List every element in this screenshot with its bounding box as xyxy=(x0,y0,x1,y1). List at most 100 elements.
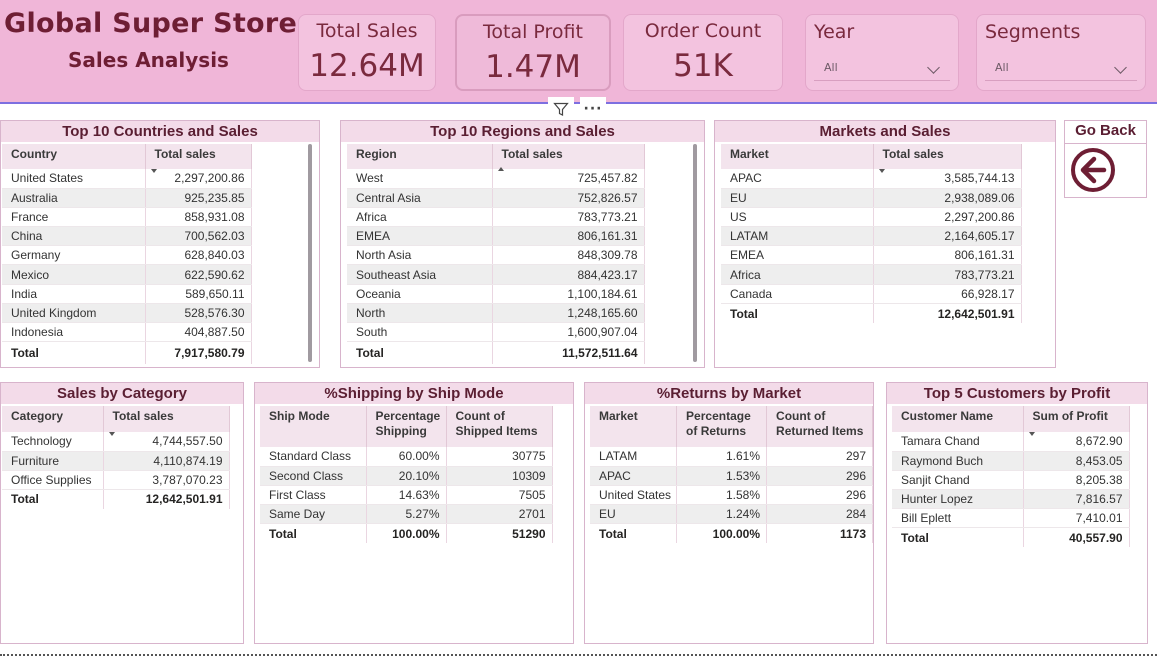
regions-table-panel: Top 10 Regions and Sales Region Total sa… xyxy=(340,120,705,368)
panel-title: %Shipping by Ship Mode xyxy=(255,383,573,404)
column-header-country[interactable]: Country xyxy=(2,144,146,169)
cell: 2,938,089.06 xyxy=(873,188,1022,208)
column-header-market[interactable]: Market xyxy=(590,406,678,447)
cell: 725,457.82 xyxy=(492,169,645,189)
cell: France xyxy=(2,207,146,228)
table-row: Tamara Chand 8,672.90 xyxy=(892,432,1130,452)
more-options-button[interactable]: ··· xyxy=(580,97,606,121)
column-header-percentage-returns[interactable]: Percentage of Returns xyxy=(676,406,768,447)
table-row: EMEA 806,161.31 xyxy=(721,245,1022,266)
shipping-table-panel: %Shipping by Ship Mode Ship Mode Percent… xyxy=(254,382,574,644)
table-row: United States 2,297,200.86 xyxy=(2,169,252,189)
panel-title: Top 10 Countries and Sales xyxy=(1,121,319,142)
cell: 622,590.62 xyxy=(145,264,252,285)
column-header-percentage-shipping[interactable]: Percentage Shipping xyxy=(366,406,447,447)
year-dropdown[interactable]: All xyxy=(814,55,950,81)
table-row: First Class 14.63% 7505 xyxy=(260,485,553,506)
column-header-sum-of-profit[interactable]: Sum of Profit xyxy=(1023,406,1130,436)
cell: 752,826.57 xyxy=(492,188,645,208)
segments-dropdown[interactable]: All xyxy=(985,55,1137,81)
chevron-down-icon xyxy=(927,61,940,74)
column-header-count-returned[interactable]: Count of Returned Items xyxy=(766,406,873,447)
cell: 7,917,580.79 xyxy=(145,341,252,364)
cell: China xyxy=(2,226,146,247)
table-row: Technology 4,744,557.50 xyxy=(2,432,230,452)
cell: 1173 xyxy=(766,523,873,543)
more-icon: ··· xyxy=(583,101,603,117)
cell: US xyxy=(721,207,874,228)
column-header-category[interactable]: Category xyxy=(2,406,104,432)
table-row: Office Supplies 3,787,070.23 xyxy=(2,470,230,491)
total-row: Total 40,557.90 xyxy=(892,527,1130,548)
cell: 925,235.85 xyxy=(145,188,252,208)
cell: LATAM xyxy=(721,226,874,247)
vertical-scrollbar[interactable] xyxy=(693,144,697,362)
cell: 4,744,557.50 xyxy=(103,432,230,452)
vertical-scrollbar[interactable] xyxy=(308,144,312,362)
cell: Australia xyxy=(2,188,146,208)
card-value: 12.64M xyxy=(309,48,425,84)
cell: 100.00% xyxy=(366,523,447,543)
cell: 1,600,907.04 xyxy=(492,322,645,343)
report-title: Global Super Store xyxy=(4,8,298,39)
column-header-total-sales[interactable]: Total sales xyxy=(103,406,230,436)
cell: First Class xyxy=(260,485,367,506)
cell: Central Asia xyxy=(347,188,493,208)
cell: 2,297,200.86 xyxy=(873,207,1022,228)
go-back-button[interactable]: Go Back xyxy=(1064,120,1147,198)
cell: Total xyxy=(260,523,367,543)
column-header-total-sales[interactable]: Total sales xyxy=(145,144,252,173)
table-row: Furniture 4,110,874.19 xyxy=(2,451,230,471)
column-header-count-shipped[interactable]: Count of Shipped Items xyxy=(446,406,553,447)
table-row: EU 1.24% 284 xyxy=(590,504,873,525)
table-row: Central Asia 752,826.57 xyxy=(347,188,645,208)
category-table-panel: Sales by Category Category Total sales T… xyxy=(0,382,244,644)
customers-table: Customer Name Sum of Profit Tamara Chand… xyxy=(892,406,1130,548)
total-profit-card[interactable]: Total Profit 1.47M xyxy=(455,14,611,91)
category-table: Category Total sales Technology 4,744,557… xyxy=(2,406,230,509)
table-row: Australia 925,235.85 xyxy=(2,188,252,208)
total-row: Total 12,642,501.91 xyxy=(2,489,230,509)
table-row: Same Day 5.27% 2701 xyxy=(260,504,553,525)
card-value: 51K xyxy=(673,48,733,84)
column-header-customer-name[interactable]: Customer Name xyxy=(892,406,1024,432)
cell: APAC xyxy=(590,466,678,486)
cell: Oceania xyxy=(347,284,493,304)
panel-title: Top 5 Customers by Profit xyxy=(887,383,1147,404)
column-header-total-sales[interactable]: Total sales xyxy=(873,144,1022,173)
filter-button[interactable] xyxy=(548,97,574,121)
cell: 8,205.38 xyxy=(1023,470,1130,491)
table-row: Indonesia 404,887.50 xyxy=(2,322,252,343)
panel-title: Markets and Sales xyxy=(715,121,1055,142)
column-header-ship-mode[interactable]: Ship Mode xyxy=(260,406,367,447)
sort-descending-icon xyxy=(108,432,115,436)
table-row: United States 1.58% 296 xyxy=(590,485,873,506)
slicer-label: Year xyxy=(814,21,855,43)
column-header-total-sales[interactable]: Total sales xyxy=(492,144,645,171)
returns-table-panel: %Returns by Market Market Percentage of … xyxy=(584,382,874,644)
cell: EU xyxy=(721,188,874,208)
cell: 1.61% xyxy=(676,447,768,467)
table-row: France 858,931.08 xyxy=(2,207,252,228)
cell: 8,453.05 xyxy=(1023,451,1130,471)
cell: 2,164,605.17 xyxy=(873,226,1022,247)
cell: Sanjit Chand xyxy=(892,470,1024,491)
cell: 848,309.78 xyxy=(492,245,645,266)
card-value: 1.47M xyxy=(485,49,581,85)
table-row: Raymond Buch 8,453.05 xyxy=(892,451,1130,471)
column-header-market[interactable]: Market xyxy=(721,144,874,169)
markets-table-panel: Markets and Sales Market Total sales APA… xyxy=(714,120,1056,368)
cell: 5.27% xyxy=(366,504,447,525)
cell: 11,572,511.64 xyxy=(492,341,645,364)
cell: 284 xyxy=(766,504,873,525)
panel-title: Sales by Category xyxy=(1,383,243,404)
cell: EU xyxy=(590,504,678,525)
cell: 1.58% xyxy=(676,485,768,506)
table-row: APAC 3,585,744.13 xyxy=(721,169,1022,189)
header-band: Global Super Store Sales Analysis Total … xyxy=(0,0,1157,104)
column-header-region[interactable]: Region xyxy=(347,144,493,169)
table-row: North Asia 848,309.78 xyxy=(347,245,645,266)
total-row: Total 100.00% 1173 xyxy=(590,523,873,543)
cell: West xyxy=(347,169,493,189)
table-row: Africa 783,773.21 xyxy=(347,207,645,228)
